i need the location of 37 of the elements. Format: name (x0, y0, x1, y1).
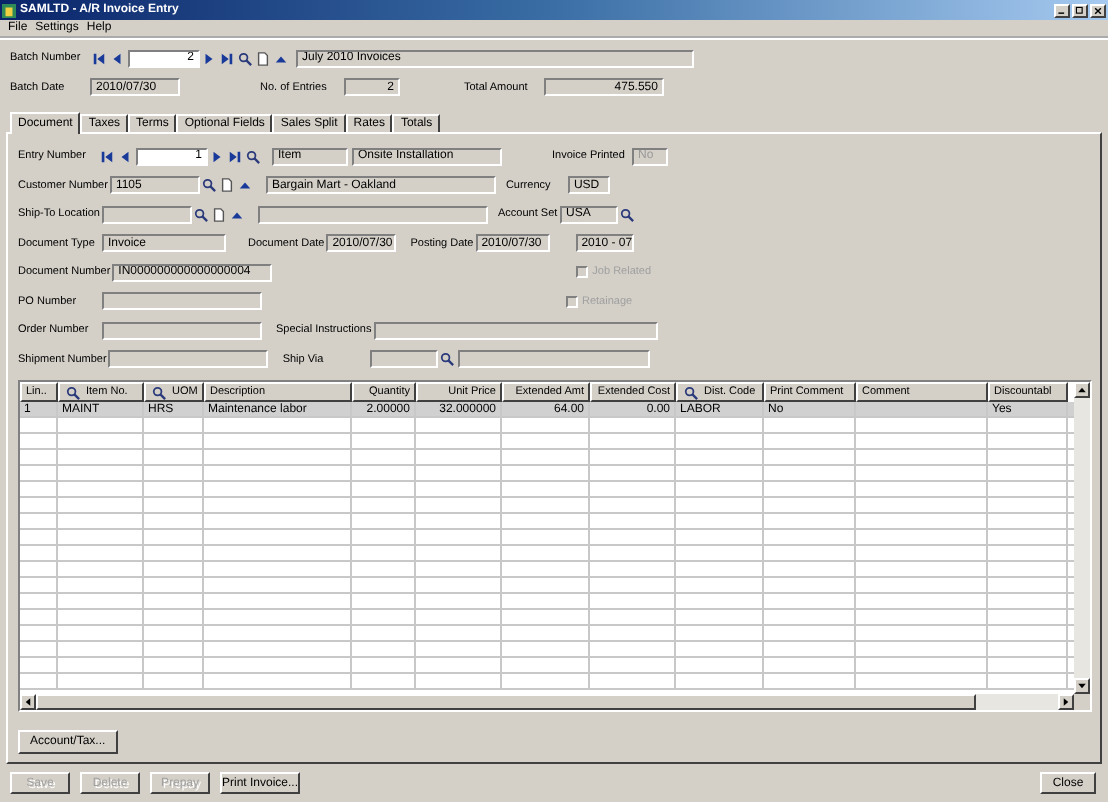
search-icon[interactable] (238, 51, 252, 66)
next-arrow-icon[interactable] (202, 51, 216, 66)
search-icon[interactable] (194, 207, 208, 222)
close-button[interactable] (1090, 3, 1106, 17)
maximize-button[interactable] (1072, 3, 1088, 17)
search-icon[interactable] (66, 385, 80, 399)
search-icon[interactable] (201, 178, 216, 193)
last-arrow-icon[interactable] (220, 51, 234, 66)
first-arrow-icon[interactable] (100, 149, 114, 164)
search-icon[interactable] (440, 352, 455, 367)
order-number-field[interactable] (102, 321, 262, 340)
ship-via-description-field[interactable] (458, 350, 651, 369)
search-icon[interactable] (620, 207, 634, 222)
scroll-right-button[interactable] (1058, 694, 1074, 710)
po-number-field[interactable] (102, 292, 262, 311)
vertical-scrollbar[interactable] (1074, 382, 1090, 694)
scroll-down-button[interactable] (1074, 678, 1090, 694)
previous-arrow-icon[interactable] (110, 51, 124, 66)
minimize-button[interactable] (1054, 3, 1070, 17)
first-arrow-icon[interactable] (92, 51, 106, 66)
search-icon[interactable] (246, 149, 260, 164)
app-icon (2, 3, 16, 17)
search-icon[interactable] (684, 385, 698, 399)
scroll-up-button[interactable] (1074, 382, 1090, 398)
size-grip (1074, 694, 1090, 710)
previous-arrow-icon[interactable] (118, 149, 132, 164)
next-arrow-icon[interactable] (210, 149, 224, 164)
ship-to-location-field[interactable] (102, 205, 192, 224)
page-icon[interactable] (256, 51, 270, 66)
shipment-number-field[interactable] (108, 350, 269, 369)
up-triangle-icon[interactable] (274, 51, 288, 66)
search-icon[interactable] (152, 385, 166, 399)
special-instructions-field[interactable] (373, 321, 658, 340)
scroll-left-button[interactable] (20, 694, 36, 710)
last-arrow-icon[interactable] (228, 149, 242, 164)
ship-to-name-field[interactable] (258, 205, 488, 224)
ship-via-field[interactable] (370, 350, 439, 369)
